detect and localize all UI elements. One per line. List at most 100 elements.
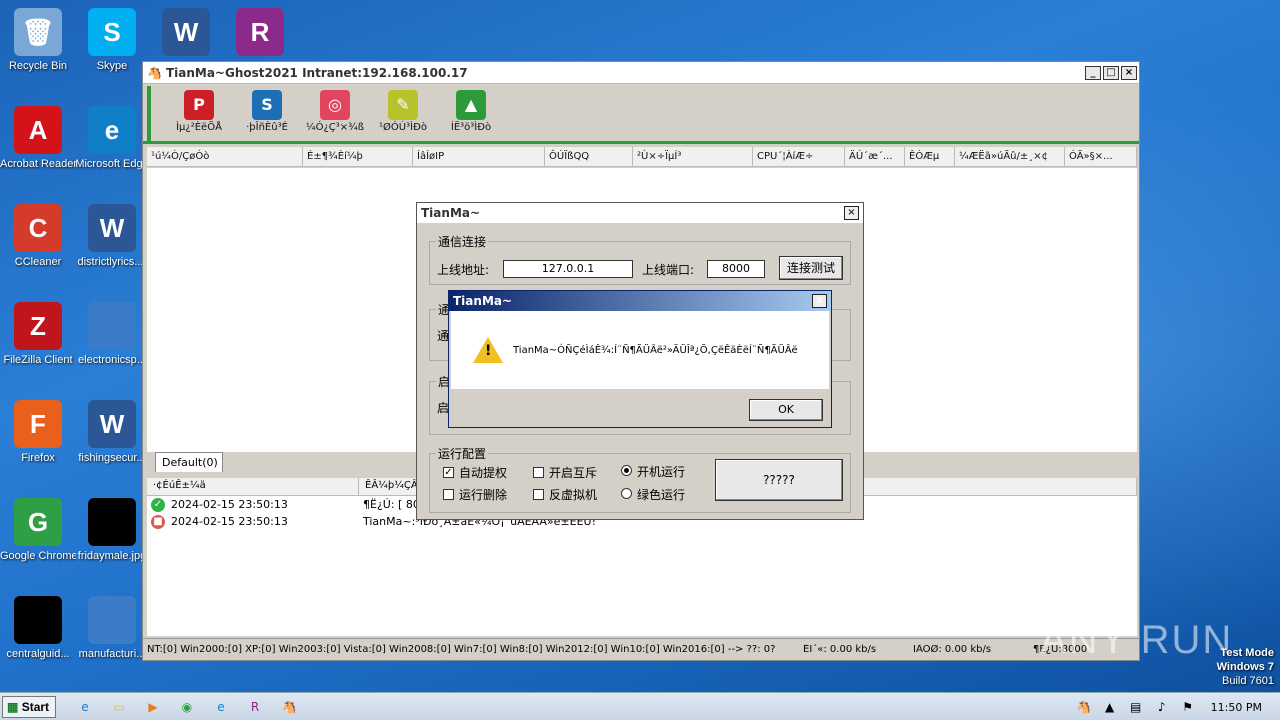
auto-elevate-checkbox[interactable]: ✓ [443, 467, 454, 478]
close-icon[interactable]: × [844, 206, 859, 220]
clock[interactable]: 11:50 PM [1211, 701, 1262, 714]
port-input[interactable]: 8000 [707, 260, 765, 278]
desktop-icon-label: fridaymale.jpg [77, 550, 147, 562]
desktop-icon-label: Skype [96, 60, 128, 72]
pinterest-icon: P [184, 90, 214, 120]
column-header[interactable]: ²Ù×÷ÏµÍ³ [633, 147, 753, 166]
status-upload: ÉÏ´«: 0.00 kb/s [803, 644, 877, 655]
toolbar-button[interactable]: S ·þÎñÈû³É [233, 86, 301, 142]
desktop-icon[interactable]: S Skype [74, 8, 150, 73]
desktop-icon[interactable]: centralguid... [0, 596, 76, 661]
ie-icon[interactable]: e [74, 696, 96, 718]
message-titlebar[interactable]: TianMa~ × [449, 291, 831, 311]
column-header[interactable]: ÊÓÆµ [905, 147, 955, 166]
desktop-icon[interactable]: W [148, 8, 224, 60]
generate-button[interactable]: ????? [715, 459, 843, 501]
explorer-icon[interactable]: ▭ [108, 696, 130, 718]
column-header[interactable]: ÔÚÏßQQ [545, 147, 633, 166]
edit-icon: ✎ [388, 90, 418, 120]
toolbar-button[interactable]: ◎ ¼Ó¿Ç³×¾ß [301, 86, 369, 142]
media-player-icon[interactable]: ▶ [142, 696, 164, 718]
flag-icon[interactable]: ⚑ [1179, 698, 1197, 716]
message-title: TianMa~ [453, 294, 513, 308]
ok-button[interactable]: OK [749, 399, 823, 421]
toolbar-button-label: ¹ØÓÚ³ÌÐò [379, 122, 427, 133]
chevron-up-icon[interactable]: ▲ [1101, 698, 1119, 716]
success-icon: ✓ [151, 497, 165, 512]
run-delete-checkbox[interactable] [443, 489, 454, 500]
settings-titlebar[interactable]: TianMa~ × [417, 203, 863, 223]
watermark-build: Build 7601 [1222, 675, 1274, 687]
column-header[interactable]: ÍâÍøIP [413, 147, 545, 166]
anti-vm-checkbox[interactable] [533, 489, 544, 500]
log-col-time[interactable]: ·¢ÉúÊ±¼ä [147, 478, 359, 495]
desktop-icon-label: FileZilla Client [3, 354, 73, 366]
desktop-icon-label: Acrobat Reader DC [0, 158, 76, 170]
acrobat-icon: A [14, 106, 62, 154]
desktop-icon[interactable]: Z FileZilla Client [0, 302, 76, 367]
toolbar: P Ìµ¿²ÈëÕÅ S ·þÎñÈû³É ◎ ¼Ó¿Ç³×¾ß ✎ ¹ØÓÚ³ÌÐò ▲ ÍË³… [147, 86, 1137, 142]
volume-icon[interactable]: ♪ [1153, 698, 1171, 716]
column-header[interactable]: ¹ú¼Ò/ÇøÓò [147, 147, 303, 166]
basketball-icon: ◎ [320, 90, 350, 120]
desktop-icon-label: fishingsecur... [78, 452, 146, 464]
desktop-icon[interactable]: electronicsp... [74, 302, 150, 367]
edge-icon[interactable]: e [210, 696, 232, 718]
toolbar-button[interactable]: ✎ ¹ØÓÚ³ÌÐò [369, 86, 437, 142]
green-run-label: 绿色运行 [637, 488, 686, 502]
column-header[interactable]: ÄÚ´æ´... [845, 147, 905, 166]
tianma-tray-icon[interactable]: 🐴 [1075, 698, 1093, 716]
start-button[interactable]: ▦ Start [2, 695, 56, 718]
group-connection-label: 通信连接 [438, 235, 487, 249]
desktop-icon[interactable]: G Google Chrome [0, 498, 76, 563]
log-time: 2024-02-15 23:50:13 [171, 498, 288, 511]
blank-file-icon [88, 302, 136, 350]
desktop-icon[interactable]: 🗑 Recycle Bin [0, 8, 76, 73]
close-icon[interactable]: × [812, 294, 827, 308]
toolbar-button-label: Ìµ¿²ÈëÕÅ [176, 122, 222, 133]
desktop-icon[interactable]: e Microsoft Edge [74, 106, 150, 171]
desktop-icon[interactable]: Wdistrictlyrics.... [74, 204, 150, 269]
test-connection-button[interactable]: 连接测试 [779, 256, 843, 280]
column-header[interactable]: ¼ÆËã»úÃû/±¸×¢ [955, 147, 1065, 166]
toolbar-button-label: ÍË³ö³ÌÐò [450, 122, 492, 133]
desktop-icon[interactable]: manufacturi... [74, 596, 150, 661]
tab-default[interactable]: Default(0) [155, 452, 223, 472]
desktop-icon-label: Google Chrome [0, 550, 76, 562]
column-header[interactable]: CPU´¦ÀíÆ÷ [753, 147, 845, 166]
error-icon: ■ [151, 514, 165, 529]
toolbar-button[interactable]: P Ìµ¿²ÈëÕÅ [165, 86, 233, 142]
autostart-label: 开机运行 [637, 465, 686, 479]
autostart-radio[interactable] [621, 465, 632, 476]
close-icon[interactable]: × [1121, 65, 1137, 80]
windows-logo-icon: ▦ [7, 699, 19, 714]
network-icon[interactable]: ▤ [1127, 698, 1145, 716]
chrome-icon[interactable]: ◉ [176, 696, 198, 718]
main-titlebar[interactable]: 🐴 TianMa~Ghost2021 Intranet:192.168.100.… [143, 62, 1139, 84]
green-run-radio[interactable] [621, 488, 632, 499]
minimize-icon[interactable]: _ [1085, 65, 1101, 80]
watermark-os: Windows 7 [1216, 661, 1274, 673]
desktop-icon-label: electronicsp... [78, 354, 146, 366]
mutex-checkbox[interactable] [533, 467, 544, 478]
auto-elevate-label: 自动提权 [459, 466, 508, 480]
maximize-icon[interactable]: □ [1103, 65, 1119, 80]
desktop-icon[interactable]: Wfishingsecur... [74, 400, 150, 465]
column-header[interactable]: É±¶¾Èí¼þ [303, 147, 413, 166]
desktop-icon[interactable]: fridaymale.jpg [74, 498, 150, 563]
app-icon: 🐴 [147, 65, 162, 80]
log-time: 2024-02-15 23:50:13 [171, 515, 288, 528]
toolbar-button[interactable]: ▲ ÍË³ö³ÌÐò [437, 86, 505, 142]
desktop-icon-label: manufacturi... [78, 648, 146, 660]
desktop-icon[interactable]: A Acrobat Reader DC [0, 106, 76, 171]
column-header[interactable]: ÓÃ»§×... [1065, 147, 1137, 166]
warning-icon: ! [473, 337, 503, 363]
main-title: TianMa~Ghost2021 Intranet:192.168.100.17 [165, 65, 468, 80]
winrar-icon[interactable]: R [244, 696, 266, 718]
desktop-icon[interactable]: R [222, 8, 298, 60]
firefox-icon: F [14, 400, 62, 448]
addr-input[interactable]: 127.0.0.1 [503, 260, 633, 278]
desktop-icon[interactable]: F Firefox [0, 400, 76, 465]
tianma-icon[interactable]: 🐴 [278, 696, 300, 718]
desktop-icon[interactable]: C CCleaner [0, 204, 76, 269]
